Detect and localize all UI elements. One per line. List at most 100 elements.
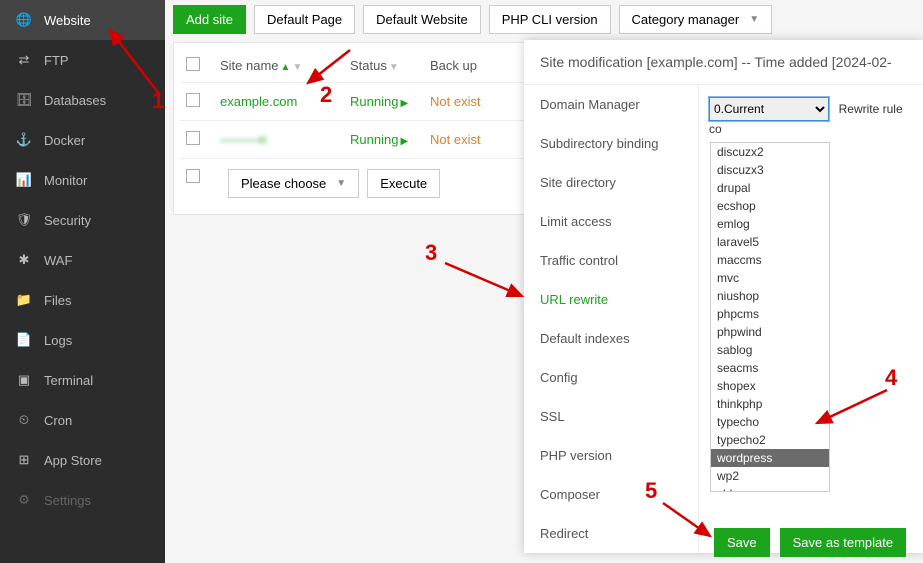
dropdown-item-sablog[interactable]: sablog	[711, 341, 829, 359]
header-site-name[interactable]: Site name▲▼	[220, 58, 350, 73]
sort-asc-icon: ▲	[281, 62, 291, 73]
dropdown-item-mvc[interactable]: mvc	[711, 269, 829, 287]
tab-redirect[interactable]: Redirect	[524, 514, 698, 553]
please-choose-select[interactable]: Please choose▼	[228, 169, 359, 198]
default-website-button[interactable]: Default Website	[363, 5, 481, 34]
tab-ssl[interactable]: SSL	[524, 397, 698, 436]
footer-checkbox[interactable]	[186, 169, 200, 183]
php-cli-button[interactable]: PHP CLI version	[489, 5, 611, 34]
sidebar-item-settings[interactable]: ⚙ Settings	[0, 480, 165, 520]
dropdown-item-wordpress[interactable]: wordpress	[711, 449, 829, 467]
backup-cell[interactable]: Not exist	[430, 132, 520, 147]
tab-config[interactable]: Config	[524, 358, 698, 397]
modal-title: Site modification [example.com] -- Time …	[524, 40, 923, 84]
tab-traffic-control[interactable]: Traffic control	[524, 241, 698, 280]
dropdown-item-discuzx3[interactable]: discuzx3	[711, 161, 829, 179]
sidebar-label: Terminal	[44, 373, 93, 388]
dropdown-item-drupal[interactable]: drupal	[711, 179, 829, 197]
tab-domain-manager[interactable]: Domain Manager	[524, 85, 698, 124]
sidebar-item-cron[interactable]: ⏲ Cron	[0, 400, 165, 440]
dropdown-item-emlog[interactable]: emlog	[711, 215, 829, 233]
status-text: Running	[350, 94, 398, 109]
tab-php-version[interactable]: PHP version	[524, 436, 698, 475]
waf-icon: ✱	[16, 252, 32, 268]
sidebar-label: Logs	[44, 333, 72, 348]
monitor-icon: 📊	[16, 172, 32, 188]
dropdown-item-wp2[interactable]: wp2	[711, 467, 829, 485]
dropdown-item-typecho2[interactable]: typecho2	[711, 431, 829, 449]
sidebar-item-databases[interactable]: 🗄Databases	[0, 80, 165, 120]
toolbar: Add site Default Page Default Website PH…	[173, 5, 915, 34]
sidebar-label: App Store	[44, 453, 102, 468]
sidebar-label: FTP	[44, 53, 69, 68]
modal-tabs: Domain Manager Subdirectory binding Site…	[524, 85, 699, 553]
category-manager-label: Category manager	[632, 12, 740, 27]
sidebar-label: Cron	[44, 413, 72, 428]
dropdown-item-niushop[interactable]: niushop	[711, 287, 829, 305]
site-name-link[interactable]: ———n	[220, 132, 266, 147]
sidebar-item-waf[interactable]: ✱WAF	[0, 240, 165, 280]
add-site-button[interactable]: Add site	[173, 5, 246, 34]
dropdown-item-ecshop[interactable]: ecshop	[711, 197, 829, 215]
sidebar-item-monitor[interactable]: 📊 Monitor	[0, 160, 165, 200]
cron-icon: ⏲	[16, 412, 32, 428]
modal-actions: Save Save as template	[714, 528, 906, 557]
tab-default-indexes[interactable]: Default indexes	[524, 319, 698, 358]
sort-desc-icon: ▼	[292, 62, 302, 73]
execute-button[interactable]: Execute	[367, 169, 440, 198]
sort-icon: ▼	[389, 62, 399, 73]
dropdown-item-seacms[interactable]: seacms	[711, 359, 829, 377]
tab-composer[interactable]: Composer	[524, 475, 698, 514]
globe-icon: 🌐	[16, 12, 32, 28]
rewrite-rule-select[interactable]: 0.Current	[709, 97, 829, 121]
rewrite-rule-dropdown[interactable]: discuzx2discuzx3drupalecshopemloglaravel…	[710, 142, 830, 492]
dropdown-item-phpcms[interactable]: phpcms	[711, 305, 829, 323]
shield-icon: 🛡	[16, 212, 32, 228]
sidebar-label: Settings	[44, 493, 91, 508]
dropdown-item-shopex[interactable]: shopex	[711, 377, 829, 395]
tab-limit-access[interactable]: Limit access	[524, 202, 698, 241]
sidebar-item-docker[interactable]: ⚓Docker	[0, 120, 165, 160]
status-cell[interactable]: Running▶	[350, 132, 430, 147]
backup-cell[interactable]: Not exist	[430, 94, 520, 109]
select-all-checkbox[interactable]	[186, 57, 200, 71]
dropdown-item-typecho[interactable]: typecho	[711, 413, 829, 431]
save-as-template-button[interactable]: Save as template	[780, 528, 906, 557]
dropdown-item-maccms[interactable]: maccms	[711, 251, 829, 269]
dropdown-item-thinkphp[interactable]: thinkphp	[711, 395, 829, 413]
chevron-down-icon: ▼	[749, 14, 759, 25]
sidebar-label: Website	[44, 13, 91, 28]
play-icon: ▶	[400, 98, 408, 109]
sidebar-item-logs[interactable]: 📄 Logs	[0, 320, 165, 360]
row-checkbox[interactable]	[186, 131, 200, 145]
tab-site-directory[interactable]: Site directory	[524, 163, 698, 202]
default-page-button[interactable]: Default Page	[254, 5, 355, 34]
dropdown-item-phpwind[interactable]: phpwind	[711, 323, 829, 341]
dropdown-item-zblog[interactable]: zblog	[711, 485, 829, 492]
folder-icon: 📁	[16, 292, 32, 308]
sidebar-item-website[interactable]: 🌐 Website	[0, 0, 165, 40]
sidebar-item-security[interactable]: 🛡Security	[0, 200, 165, 240]
sidebar: 🌐 Website ⇄FTP 🗄Databases ⚓Docker 📊 Monito…	[0, 0, 165, 563]
sidebar-item-appstore[interactable]: ⊞App Store	[0, 440, 165, 480]
sidebar-label: Databases	[44, 93, 106, 108]
sidebar-item-terminal[interactable]: ▣Terminal	[0, 360, 165, 400]
tab-url-rewrite[interactable]: URL rewrite	[524, 280, 698, 319]
logs-icon: 📄	[16, 332, 32, 348]
category-manager-button[interactable]: Category manager ▼	[619, 5, 773, 34]
status-text: Running	[350, 132, 398, 147]
site-name-link[interactable]: example.com	[220, 94, 350, 109]
dropdown-item-discuzx2[interactable]: discuzx2	[711, 143, 829, 161]
sidebar-item-ftp[interactable]: ⇄FTP	[0, 40, 165, 80]
header-status[interactable]: Status▼	[350, 58, 430, 73]
sidebar-label: Monitor	[44, 173, 87, 188]
tab-subdirectory-binding[interactable]: Subdirectory binding	[524, 124, 698, 163]
header-status-label: Status	[350, 58, 387, 73]
save-button[interactable]: Save	[714, 528, 770, 557]
row-checkbox[interactable]	[186, 93, 200, 107]
status-cell[interactable]: Running▶	[350, 94, 430, 109]
sidebar-label: Files	[44, 293, 71, 308]
dropdown-item-laravel5[interactable]: laravel5	[711, 233, 829, 251]
sidebar-item-files[interactable]: 📁 Files	[0, 280, 165, 320]
gear-icon: ⚙	[16, 492, 32, 508]
